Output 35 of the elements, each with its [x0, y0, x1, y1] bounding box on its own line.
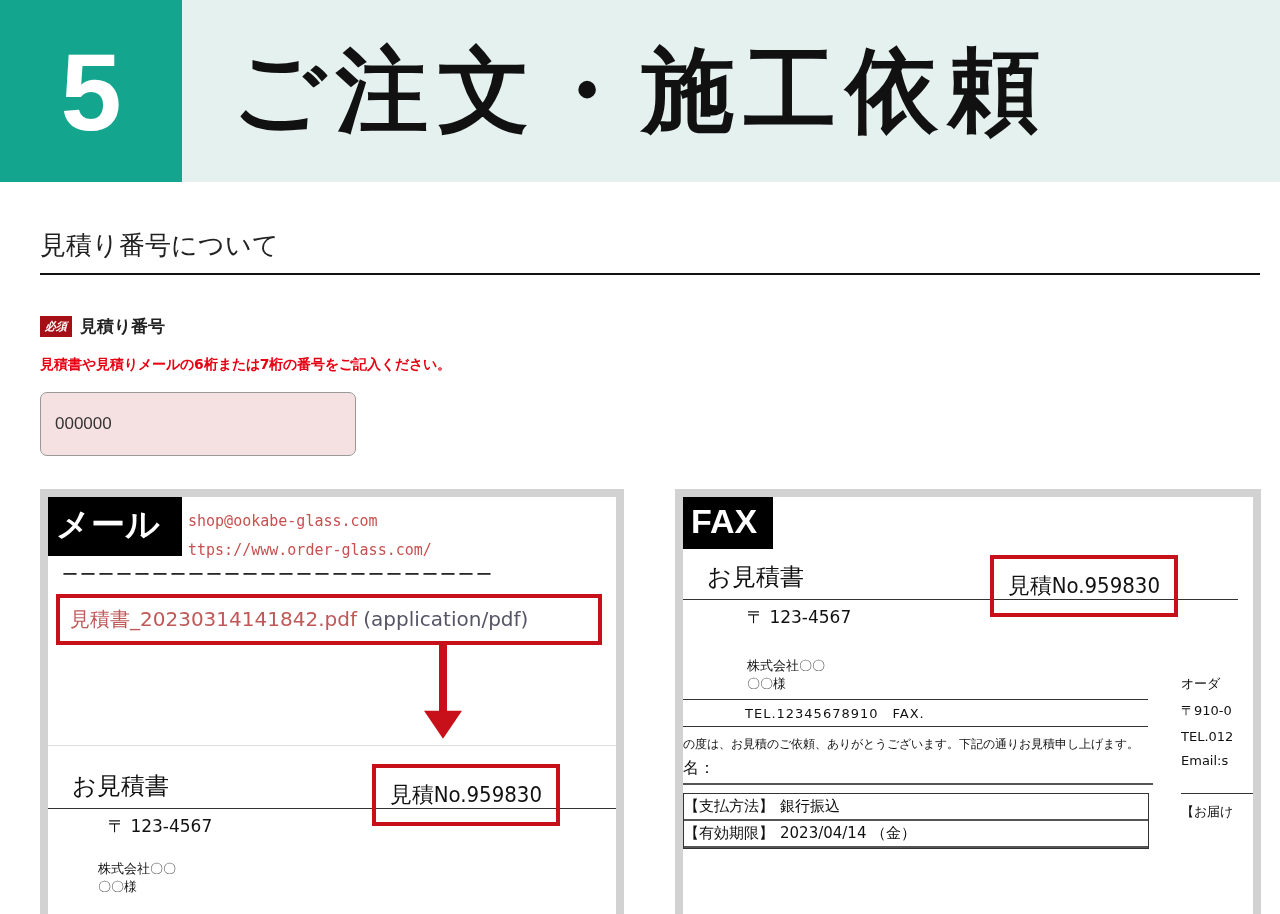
row-label: 【有効期限】	[684, 824, 774, 843]
email-text: shop@ookabe-glass.com	[188, 511, 379, 532]
required-badge: 必須	[40, 316, 72, 337]
sender-text: TEL.012	[1181, 729, 1235, 744]
separator-text: ーーーーーーーーーーーーーーーーーーーーーーーー	[62, 565, 495, 586]
section-heading: 見積り番号について	[40, 228, 1260, 275]
subject-label: 名：	[683, 758, 1153, 785]
greeting-text: の度は、お見積のご依頼、ありがとうございます。下記の通りお見積申し上げます。	[683, 737, 1140, 752]
postal-code: 〒 123-4567	[747, 606, 853, 629]
row-value: 2023/04/14 （金）	[780, 824, 917, 843]
company-name: 株式会社〇〇	[747, 657, 826, 675]
document-title: お見積書	[71, 771, 169, 802]
estimate-number-field[interactable]: 000000	[40, 392, 356, 456]
attachment-name[interactable]: 見積書_20230314141842.pdf (application/pdf)	[70, 607, 529, 631]
step-number: 5	[0, 0, 182, 182]
example-label: メール	[48, 497, 182, 556]
page-title: ご注文・施工依頼	[232, 36, 1050, 146]
example-label: FAX	[683, 497, 773, 549]
sender-text: 〒910-0	[1181, 702, 1233, 720]
row-label: 【支払方法】	[684, 797, 774, 816]
postal-code: 〒 123-4567	[108, 815, 214, 838]
phone-text: TEL.12345678910 FAX.	[744, 705, 926, 723]
email-text: ttps://www.order-glass.com/	[188, 540, 433, 561]
recipient-name: 〇〇様	[98, 878, 138, 896]
document-title: お見積書	[706, 562, 804, 593]
field-note: 見積書や見積りメールの6桁または7桁の番号をご記入ください。	[40, 356, 453, 374]
recipient-name: 〇〇様	[747, 675, 787, 693]
sender-text: Email:s	[1181, 753, 1230, 768]
company-name: 株式会社〇〇	[98, 860, 177, 878]
sender-text: オーダ	[1181, 675, 1221, 693]
row-value: 銀行振込	[780, 797, 840, 816]
field-label: 見積り番号	[80, 315, 165, 338]
estimate-number: 見積No.959830	[371, 764, 560, 826]
estimate-number: 見積No.959830	[989, 555, 1178, 617]
sender-text: 【お届け	[1181, 803, 1234, 821]
